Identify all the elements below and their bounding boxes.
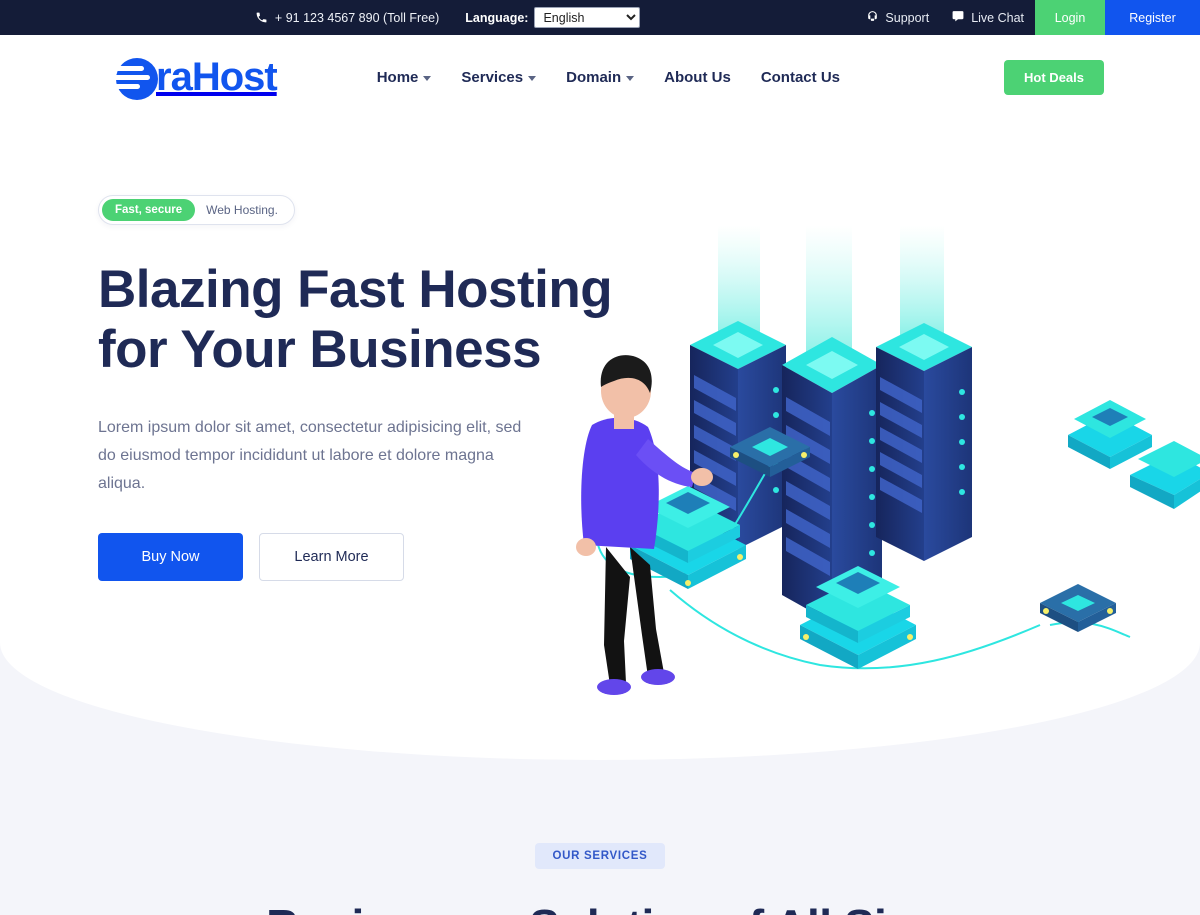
hero-badge: Fast, secure Web Hosting. — [98, 195, 295, 225]
services-title-after: of All Size — [709, 900, 934, 915]
services-title: Businesses Solution of All Size — [0, 899, 1200, 915]
nav-item-contact-us[interactable]: Contact Us — [761, 69, 840, 86]
nav-item-home[interactable]: Home — [377, 69, 432, 86]
logo-text: raHost — [156, 55, 278, 99]
nav-item-domain[interactable]: Domain — [566, 69, 635, 86]
phone-contact: + 91 123 4567 890 (Toll Free) — [255, 11, 439, 25]
nav-label: Domain — [566, 69, 622, 86]
support-link[interactable]: Support — [855, 0, 940, 35]
nav-label: Contact Us — [760, 69, 840, 86]
login-button[interactable]: Login — [1035, 0, 1105, 35]
phone-number: + 91 123 4567 890 (Toll Free) — [274, 10, 440, 25]
site-header: raHost Home Services Domain About Us Con… — [0, 35, 1200, 120]
chevron-down-icon — [528, 76, 537, 81]
buy-now-button[interactable]: Buy Now — [98, 532, 243, 581]
nav-label: Home — [376, 69, 419, 86]
nav-item-services[interactable]: Services — [461, 69, 537, 86]
hero-illustration — [570, 225, 1200, 745]
hero-description: Lorem ipsum dolor sit amet, consectetur … — [98, 418, 522, 492]
chevron-down-icon — [626, 76, 635, 81]
phone-icon — [255, 11, 268, 24]
hero-badge-pill: Fast, secure — [102, 199, 196, 221]
services-badge: OUR SERVICES — [535, 843, 665, 869]
support-label: Support — [885, 10, 930, 25]
hero-content: Fast, secure Web Hosting. Blazing Fast H… — [0, 120, 620, 581]
hero-actions: Buy Now Learn More — [98, 532, 620, 581]
top-bar: + 91 123 4567 890 (Toll Free) Language: … — [0, 0, 1200, 35]
language-label: Language: — [465, 10, 529, 25]
language-selector[interactable]: Language: English — [465, 7, 641, 28]
logo-mark-icon — [110, 55, 162, 101]
top-bar-right: Support Live Chat Login Register — [855, 0, 1200, 35]
chevron-down-icon — [423, 76, 432, 81]
hot-deals-button[interactable]: Hot Deals — [1004, 60, 1104, 95]
live-chat-label: Live Chat — [971, 10, 1024, 25]
hero-title: Blazing Fast Hosting for Your Business — [98, 260, 613, 380]
services-title-highlight: Solution — [529, 900, 710, 915]
services-section: OUR SERVICES Businesses Solution of All … — [0, 795, 1200, 915]
learn-more-button[interactable]: Learn More — [259, 532, 404, 581]
nav-label: About Us — [664, 69, 731, 86]
hero-section: Fast, secure Web Hosting. Blazing Fast H… — [0, 120, 1200, 795]
site-logo[interactable]: raHost — [110, 55, 278, 101]
live-chat-link[interactable]: Live Chat — [940, 0, 1035, 35]
hero-badge-text: Web Hosting. — [206, 203, 278, 217]
top-bar-left: + 91 123 4567 890 (Toll Free) Language: … — [0, 0, 855, 35]
services-title-before: Businesses — [266, 900, 529, 915]
nav-label: Services — [461, 69, 524, 86]
chat-bubble-icon — [951, 10, 965, 26]
main-navigation: Home Services Domain About Us Contact Us — [377, 69, 840, 86]
nav-item-about-us[interactable]: About Us — [664, 69, 731, 86]
register-button[interactable]: Register — [1105, 0, 1200, 35]
support-headset-icon — [866, 10, 879, 26]
language-select[interactable]: English — [534, 7, 641, 28]
